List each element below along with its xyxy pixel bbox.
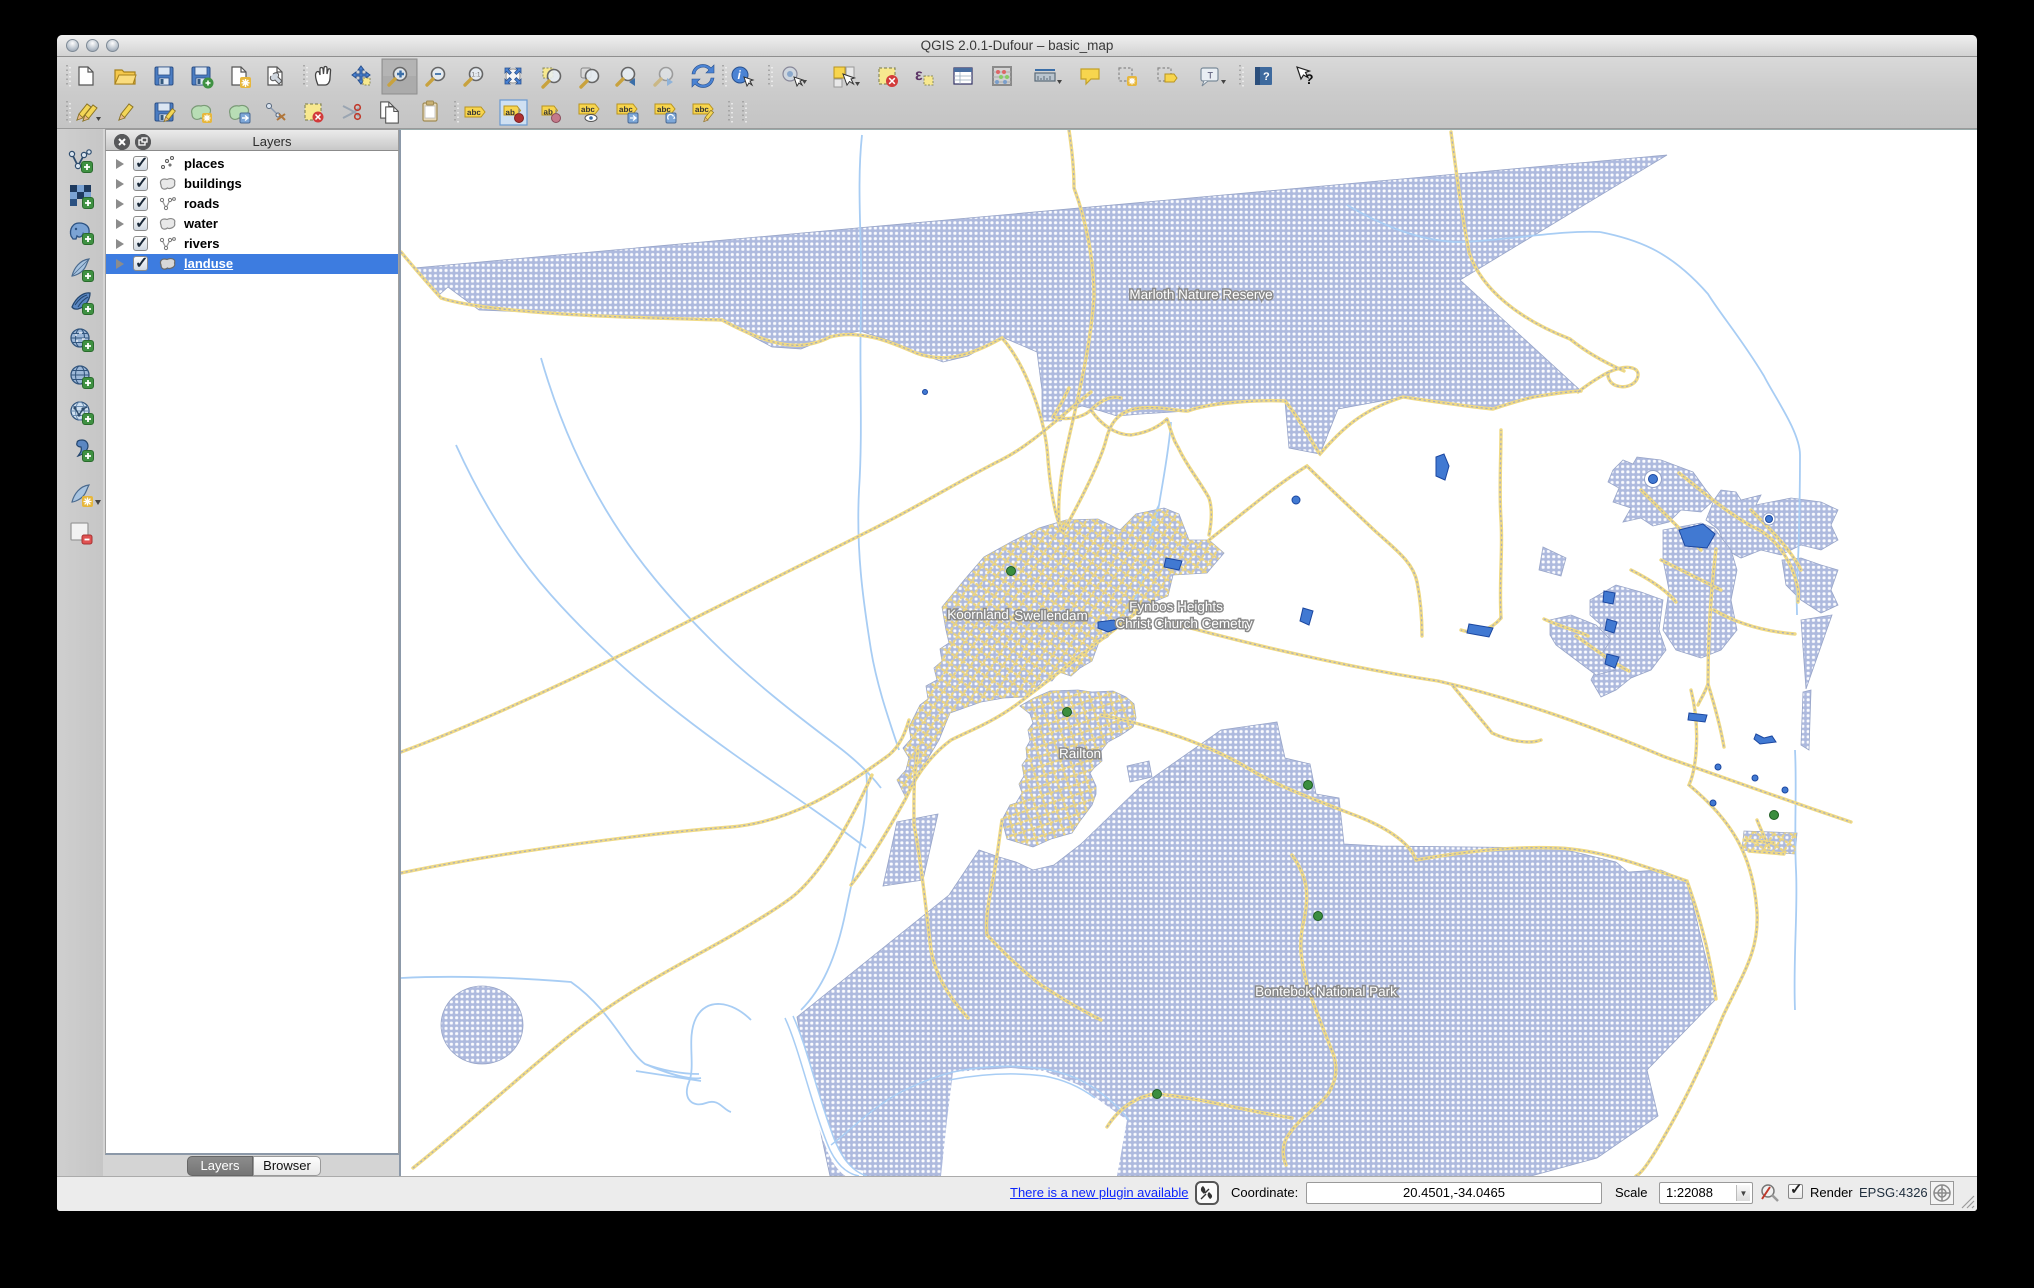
svg-text:ab: ab xyxy=(544,108,553,117)
svg-text:Fynbos Heights: Fynbos Heights xyxy=(1129,599,1223,614)
svg-text:Marloth Nature Reserve: Marloth Nature Reserve xyxy=(1129,287,1272,302)
svg-text:Swellendam: Swellendam xyxy=(1014,608,1088,623)
svg-text:ε: ε xyxy=(915,67,923,84)
svg-text:1:1: 1:1 xyxy=(472,72,481,79)
svg-text:Bontebok National Park: Bontebok National Park xyxy=(1255,984,1397,999)
svg-text:Koornland: Koornland xyxy=(947,607,1009,622)
svg-text:ab: ab xyxy=(506,108,515,117)
svg-text:T: T xyxy=(1208,71,1214,81)
svg-text:?: ? xyxy=(1263,71,1270,83)
svg-text:?: ? xyxy=(1305,71,1314,87)
svg-text:Christ Church Cemetry: Christ Church Cemetry xyxy=(1115,616,1253,631)
svg-text:Railton: Railton xyxy=(1059,746,1101,761)
